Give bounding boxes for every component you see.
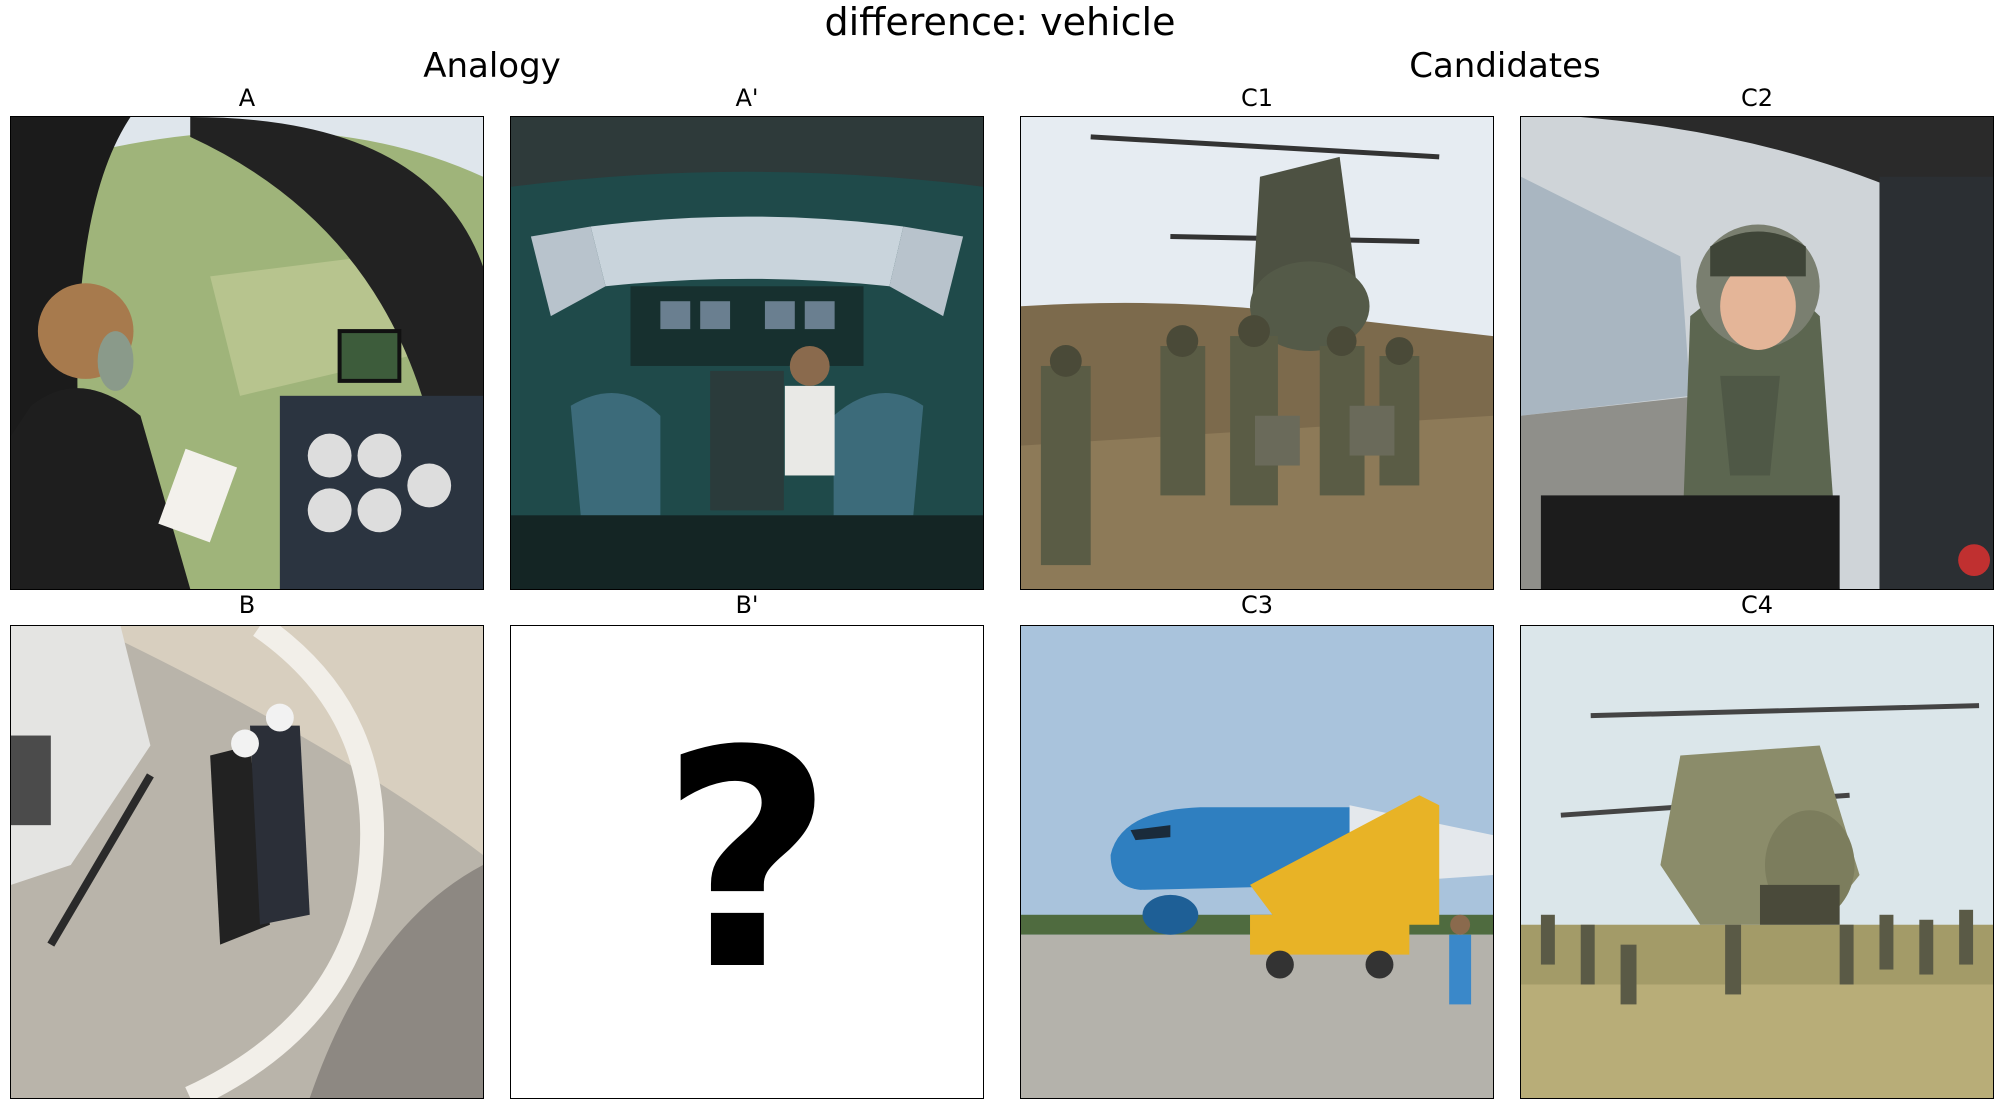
- panel-label-c2: C2: [1740, 84, 1774, 112]
- panel-label-a-prime: A': [735, 84, 759, 112]
- panel-label-b: B: [238, 591, 256, 619]
- panel-label-c3: C3: [1240, 591, 1274, 619]
- page-title: difference: vehicle: [824, 0, 1176, 44]
- panel-c3-airliner-boarding-image: [1020, 625, 1494, 1099]
- section-title-candidates: Candidates: [1409, 46, 1601, 86]
- panel-c2-fighter-pilot-image: [1520, 116, 1994, 590]
- panel-label-c1: C1: [1240, 84, 1274, 112]
- panel-a-helicopter-cockpit-image: [10, 116, 484, 590]
- panel-label-a: A: [238, 84, 256, 112]
- panel-label-c4: C4: [1740, 591, 1774, 619]
- panel-b-helipad-image: [10, 625, 484, 1099]
- question-mark-placeholder: ?: [659, 687, 835, 1036]
- panel-c4-helicopter-field-image: [1520, 625, 1994, 1099]
- panel-b-prime-unknown-answer: ?: [510, 625, 984, 1099]
- panel-label-b-prime: B': [735, 591, 759, 619]
- panel-a-prime-airliner-cockpit-image: [510, 116, 984, 590]
- section-title-analogy: Analogy: [423, 46, 561, 86]
- panel-c1-military-helicopter-soldiers-image: [1020, 116, 1494, 590]
